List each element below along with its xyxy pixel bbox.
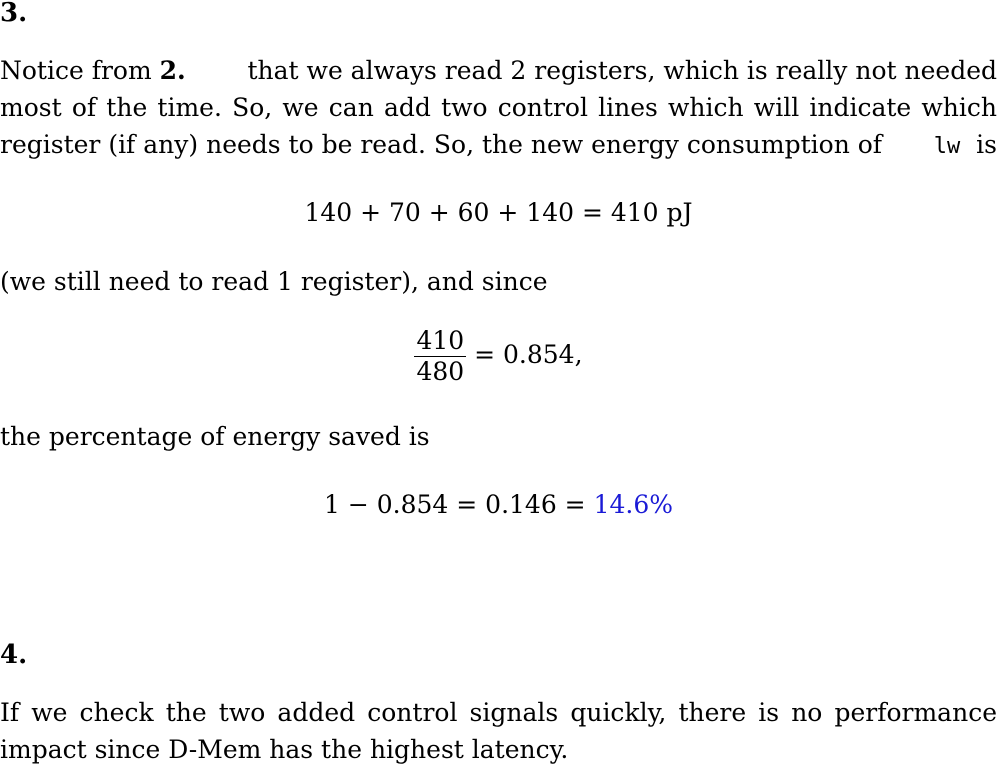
equation-percentage: 1 − 0.854 = 0.146 = 14.6% xyxy=(0,490,997,520)
highlighted-result: 14.6% xyxy=(594,490,673,519)
text: most of the time. So, we can add two con… xyxy=(0,89,997,126)
fraction-numerator: 410 xyxy=(414,326,466,356)
section-4-heading: 4. xyxy=(0,640,27,670)
section-3-paragraph-3: the percentage of energy saved is xyxy=(0,418,430,455)
section-3-paragraph-2: (we still need to read 1 register), and … xyxy=(0,263,548,300)
code-lw: lw xyxy=(934,134,961,159)
paragraph-line: most of the time. So, we can add two con… xyxy=(0,89,997,126)
paragraph-line: impact since D-Mem has the highest laten… xyxy=(0,731,997,768)
text: If we check the two added control signal… xyxy=(0,694,997,731)
fraction: 410 480 xyxy=(414,326,466,387)
paragraph-line: register (if any) needs to be read. So, … xyxy=(0,126,997,165)
text: impact since D-Mem has the highest laten… xyxy=(0,735,568,764)
text: lw is xyxy=(934,126,997,165)
bold-reference: 2. xyxy=(160,56,186,85)
equation-rest: = 0.854, xyxy=(474,340,582,369)
text: register (if any) needs to be read. So, … xyxy=(0,126,882,165)
equation-main: 1 − 0.854 = 0.146 = xyxy=(324,490,586,519)
fraction-denominator: 480 xyxy=(414,357,466,387)
paragraph-line: If we check the two added control signal… xyxy=(0,694,997,731)
paragraph-line: Notice from 2. that we always read 2 reg… xyxy=(0,52,997,89)
text: Notice from 2. xyxy=(0,52,186,89)
section-3-heading: 3. xyxy=(0,0,27,28)
text: that we always read 2 registers, which i… xyxy=(248,52,997,89)
equation-ratio: 410 480 = 0.854, xyxy=(0,326,997,387)
section-3-paragraph: Notice from 2. that we always read 2 reg… xyxy=(0,52,997,165)
equation-energy-sum: 140 + 70 + 60 + 140 = 410 pJ xyxy=(0,198,997,228)
section-4-paragraph: If we check the two added control signal… xyxy=(0,694,997,768)
